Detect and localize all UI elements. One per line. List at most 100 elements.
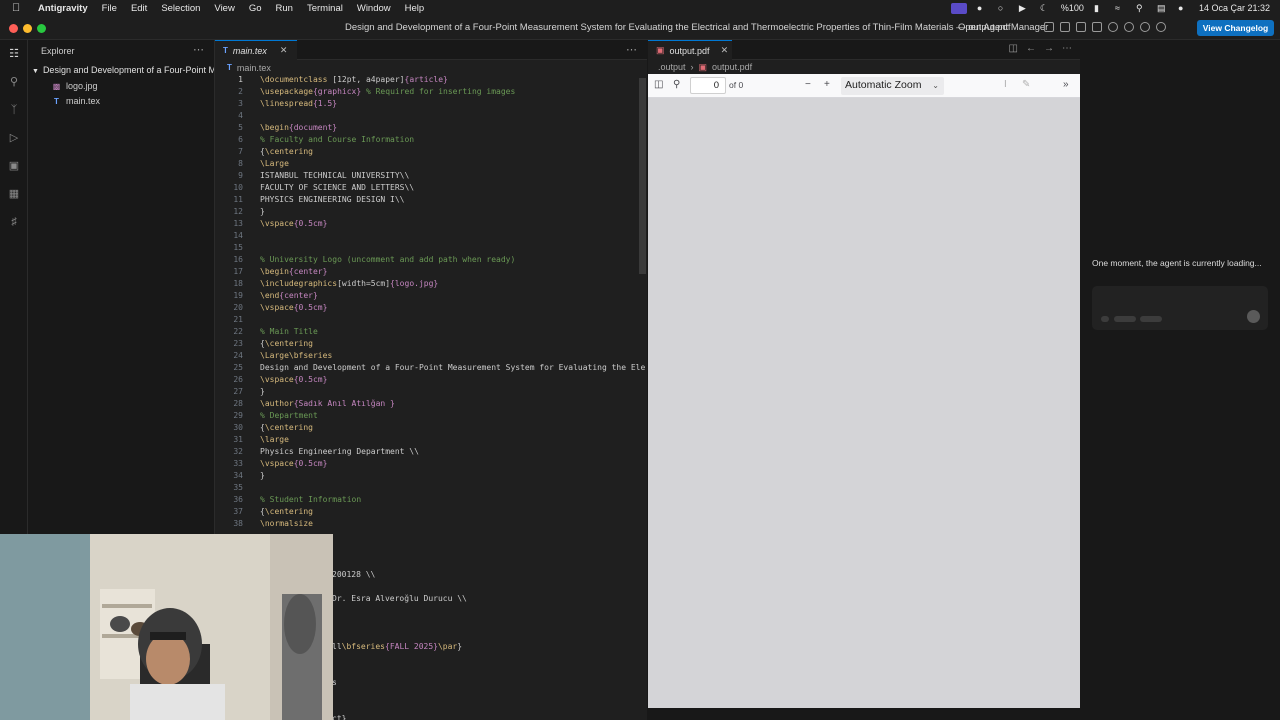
code-line-partial[interactable]: ct} [332, 714, 346, 720]
layout-icon[interactable] [1044, 22, 1054, 32]
account-icon[interactable] [1156, 22, 1166, 32]
code-line[interactable]: \vspace{0.5cm} [260, 219, 327, 228]
code-line[interactable]: % University Logo (uncomment and add pat… [260, 255, 515, 264]
more-actions-icon[interactable]: ⋯ [193, 43, 204, 56]
menu-selection[interactable]: Selection [161, 3, 200, 14]
status-icon[interactable]: ○ [998, 3, 1009, 13]
code-line-partial[interactable]: ll\bfseries{FALL 2025}\par} [332, 642, 462, 651]
panel-toggle-icon[interactable] [1076, 22, 1086, 32]
code-line[interactable]: ISTANBUL TECHNICAL UNIVERSITY\\ [260, 171, 409, 180]
play-icon[interactable]: ▶ [1019, 3, 1030, 13]
breadcrumb-folder[interactable]: .output [658, 62, 686, 72]
zoom-window-button[interactable] [37, 24, 46, 33]
pdf-canvas[interactable] [648, 98, 1080, 708]
sidebar-toggle-icon[interactable] [1060, 22, 1070, 32]
code-line[interactable]: \Large\bfseries [260, 351, 332, 360]
text-tool-icon[interactable]: I [1004, 79, 1007, 90]
code-line-partial[interactable]: Dr. Esra Alveroğlu Durucu \\ [332, 594, 467, 603]
menu-terminal[interactable]: Terminal [307, 3, 343, 14]
screen-record-icon[interactable] [950, 2, 967, 14]
code-line[interactable]: \vspace{0.5cm} [260, 459, 327, 468]
code-line[interactable]: \documentclass [12pt, a4paper]{article} [260, 75, 448, 84]
breadcrumb-file[interactable]: output.pdf [712, 62, 752, 72]
code-line[interactable]: } [260, 387, 265, 396]
siri-icon[interactable]: ● [1178, 3, 1189, 13]
open-agent-manager-button[interactable]: Open Agent Manager [958, 22, 1048, 33]
menu-file[interactable]: File [102, 3, 117, 14]
menu-edit[interactable]: Edit [131, 3, 147, 14]
code-line[interactable]: \normalsize [260, 519, 313, 528]
search-icon[interactable]: ⚲ [1136, 3, 1147, 13]
zoom-in-icon[interactable]: + [824, 79, 830, 90]
settings-icon[interactable] [1124, 22, 1134, 32]
run-debug-icon[interactable]: ▷ [7, 131, 21, 145]
menu-view[interactable]: View [214, 3, 234, 14]
code-line[interactable]: \large [260, 435, 289, 444]
code-line[interactable]: PHYSICS ENGINEERING DESIGN I\\ [260, 195, 405, 204]
files-icon[interactable]: ☷ [7, 47, 21, 61]
close-icon[interactable]: ✕ [280, 45, 288, 56]
explorer-file-main[interactable]: T main.tex [52, 96, 100, 106]
menu-help[interactable]: Help [405, 3, 425, 14]
code-line-partial[interactable]: 200128 \\ [332, 570, 375, 579]
gear-icon[interactable] [1140, 22, 1150, 32]
code-line[interactable]: \usepackage{graphicx} % Required for ins… [260, 87, 515, 96]
code-line[interactable]: } [260, 471, 265, 480]
code-line[interactable]: \vspace{0.5cm} [260, 303, 327, 312]
sidebar-toggle-icon[interactable]: ◫ [654, 79, 663, 90]
split-editor-icon[interactable]: ◫ [1009, 43, 1018, 54]
page-number-input[interactable]: 0 [690, 77, 726, 94]
code-line[interactable]: % Department [260, 411, 318, 420]
search-icon[interactable]: ⚲ [7, 75, 21, 89]
editor-scrollbar[interactable] [639, 78, 646, 274]
menu-go[interactable]: Go [249, 3, 262, 14]
explorer-file-logo[interactable]: ▩ logo.jpg [52, 81, 98, 91]
zoom-select[interactable]: Automatic Zoom ⌄ [841, 77, 944, 95]
menu-app-name[interactable]: Antigravity [38, 3, 88, 14]
code-line[interactable]: % Main Title [260, 327, 318, 336]
code-line[interactable]: \linespread{1.5} [260, 99, 337, 108]
more-actions-icon[interactable]: ⋯ [626, 43, 637, 56]
code-line[interactable]: % Faculty and Course Information [260, 135, 414, 144]
code-line[interactable]: {\centering [260, 147, 313, 156]
code-line[interactable]: \begin{document} [260, 123, 337, 132]
search-icon[interactable]: ⚲ [673, 79, 680, 90]
status-icon[interactable]: ● [977, 3, 988, 13]
code-line[interactable]: {\centering [260, 507, 313, 516]
code-line[interactable]: \vspace{0.5cm} [260, 375, 327, 384]
draw-tool-icon[interactable]: ✎ [1022, 79, 1030, 90]
remote-icon[interactable]: ▣ [7, 159, 21, 173]
code-line[interactable]: FACULTY OF SCIENCE AND LETTERS\\ [260, 183, 414, 192]
code-line[interactable]: } [260, 207, 265, 216]
forward-icon[interactable]: → [1044, 43, 1054, 54]
search-icon[interactable] [1108, 22, 1118, 32]
tex-icon[interactable]: ♯ [7, 215, 21, 229]
close-icon[interactable]: ✕ [721, 45, 729, 56]
source-control-icon[interactable]: ᛉ [7, 103, 21, 117]
secondary-sidebar-icon[interactable] [1092, 22, 1102, 32]
code-line[interactable]: {\centering [260, 423, 313, 432]
code-line[interactable]: % Student Information [260, 495, 361, 504]
code-line[interactable]: \begin{center} [260, 267, 327, 276]
close-window-button[interactable] [9, 24, 18, 33]
code-line[interactable]: Design and Development of a Four-Point M… [260, 363, 645, 372]
battery-icon[interactable]: ▮ [1094, 3, 1105, 13]
breadcrumb-file[interactable]: main.tex [237, 63, 271, 73]
menu-run[interactable]: Run [276, 3, 293, 14]
view-changelog-button[interactable]: View Changelog [1197, 20, 1274, 36]
tab-output-pdf[interactable]: ▣ output.pdf ✕ [648, 40, 732, 60]
extensions-icon[interactable]: ▦ [7, 187, 21, 201]
moon-icon[interactable]: ☾ [1040, 3, 1051, 13]
code-line[interactable]: {\centering [260, 339, 313, 348]
zoom-out-icon[interactable]: − [805, 79, 811, 90]
wifi-icon[interactable]: ≈ [1115, 3, 1126, 13]
code-line[interactable]: \author{Sadık Anıl Atılğan } [260, 399, 395, 408]
code-line[interactable]: \end{center} [260, 291, 318, 300]
explorer-folder[interactable]: ▼ Design and Development of a Four-Point … [32, 65, 214, 75]
control-center-icon[interactable]: ▤ [1157, 3, 1168, 13]
menu-window[interactable]: Window [357, 3, 391, 14]
back-icon[interactable]: ← [1026, 43, 1036, 54]
code-line[interactable]: \includegraphics[width=5cm]{logo.jpg} [260, 279, 438, 288]
apple-icon[interactable]:  [12, 2, 24, 14]
more-actions-icon[interactable]: ⋯ [1062, 43, 1072, 54]
